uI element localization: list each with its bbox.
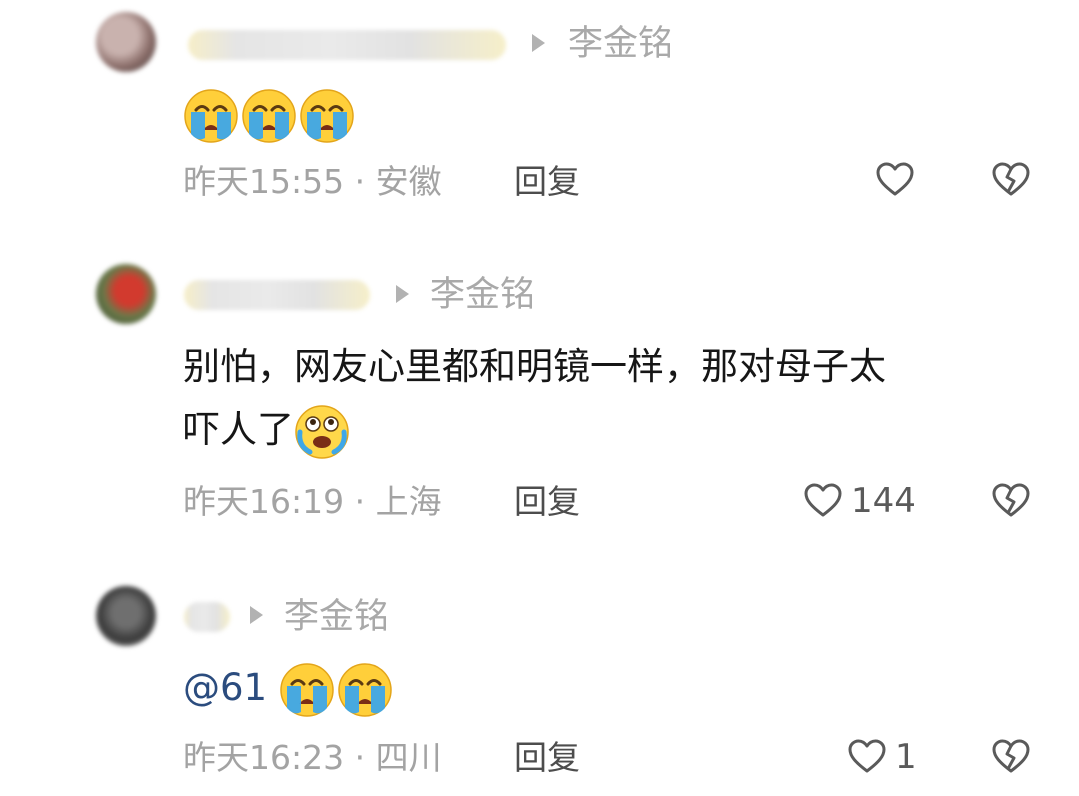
comment-time: 昨天16:19 (183, 482, 345, 521)
username-blurred[interactable] (184, 280, 370, 310)
dislike-button[interactable] (991, 160, 1031, 204)
dislike-button[interactable] (991, 481, 1031, 525)
comment-content-line2: 吓人了 (183, 400, 352, 460)
heart-icon (847, 737, 887, 777)
meta-separator: · (354, 482, 366, 521)
reply-arrow-icon (250, 606, 263, 624)
comment-location: 安徽 (375, 162, 442, 201)
heart-icon (875, 160, 915, 200)
terrified-emoji (294, 404, 350, 460)
meta-separator: · (354, 162, 366, 201)
heart-icon (803, 481, 843, 521)
reply-button[interactable]: 回复 (514, 482, 580, 522)
username-blurred[interactable] (188, 30, 506, 60)
like-button[interactable]: 1 (847, 737, 917, 777)
avatar[interactable] (96, 264, 156, 324)
username-blurred[interactable] (184, 602, 230, 632)
comment-location: 上海 (375, 482, 442, 521)
comment-location: 四川 (375, 738, 442, 777)
comment-time: 昨天15:55 (183, 162, 345, 201)
cry-emoji (337, 662, 393, 718)
like-count: 1 (895, 737, 917, 777)
comment-content (183, 84, 357, 144)
like-button[interactable] (875, 160, 915, 200)
reply-to-name[interactable]: 李金铭 (430, 275, 535, 315)
cry-emoji (279, 662, 335, 718)
broken-heart-icon (991, 481, 1031, 521)
reply-button[interactable]: 回复 (514, 738, 580, 778)
comment-content: 别怕，网友心里都和明镜一样，那对母子太 (183, 337, 886, 397)
reply-to-name[interactable]: 李金铭 (284, 597, 389, 637)
cry-emoji (241, 88, 297, 144)
comment-meta: 昨天15:55 · 安徽 (183, 162, 442, 202)
comment-content: @61 (183, 658, 395, 718)
like-count: 144 (851, 481, 916, 521)
comment-time: 昨天16:23 (183, 738, 345, 777)
comment-text-line1: 别怕，网友心里都和明镜一样，那对母子太 (183, 345, 886, 388)
cry-emoji (299, 88, 355, 144)
broken-heart-icon (991, 737, 1031, 777)
dislike-button[interactable] (991, 737, 1031, 781)
comment-meta: 昨天16:19 · 上海 (183, 482, 442, 522)
meta-separator: · (354, 738, 366, 777)
broken-heart-icon (991, 160, 1031, 200)
reply-arrow-icon (396, 285, 409, 303)
reply-to-name[interactable]: 李金铭 (568, 24, 673, 64)
comment-text-line2: 吓人了 (183, 408, 294, 451)
reply-arrow-icon (532, 34, 545, 52)
cry-emoji (183, 88, 239, 144)
like-button[interactable]: 144 (803, 481, 916, 521)
avatar[interactable] (96, 586, 156, 646)
comment-meta: 昨天16:23 · 四川 (183, 738, 442, 778)
avatar[interactable] (96, 12, 156, 72)
reply-button[interactable]: 回复 (514, 162, 580, 202)
mention-link[interactable]: @61 (183, 666, 267, 709)
